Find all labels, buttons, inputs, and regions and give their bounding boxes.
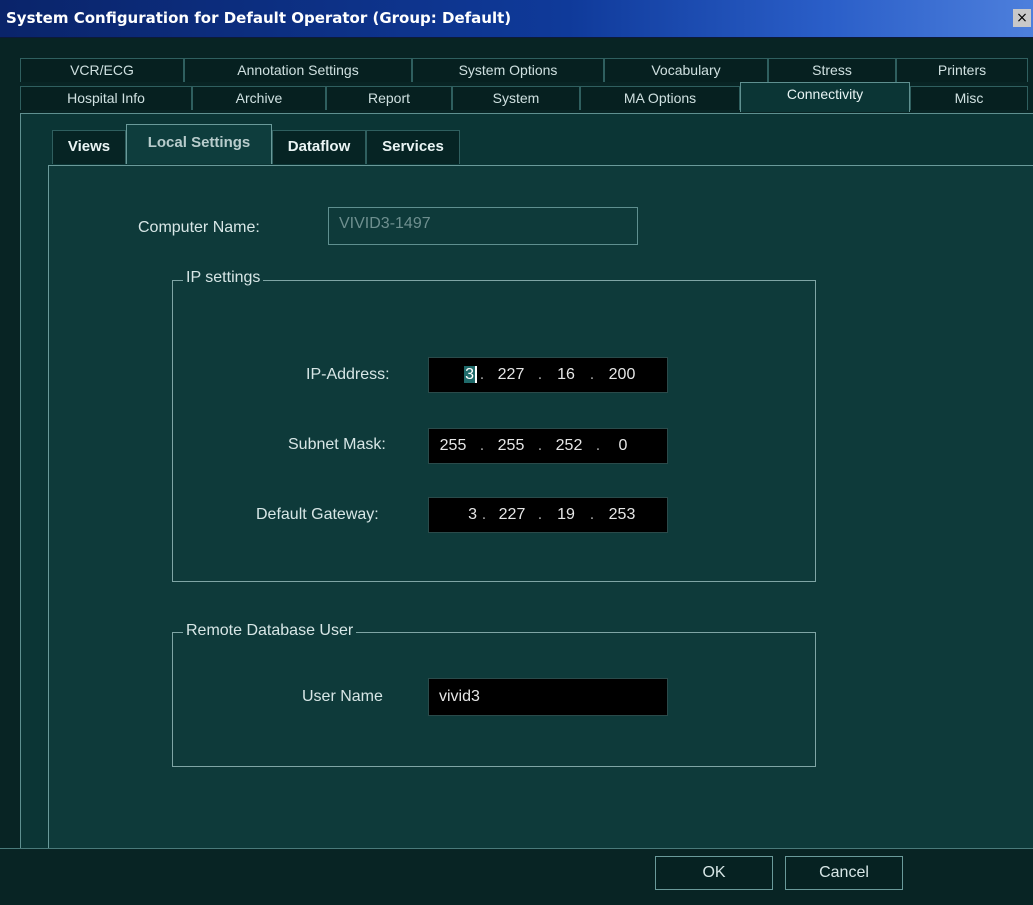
ip-address-field[interactable]: 3 . 227 . 16 . 200: [428, 357, 668, 393]
user-name-field[interactable]: vivid3: [428, 678, 668, 716]
subnet-mask-field[interactable]: 255 . 255 . 252 . 0: [428, 428, 668, 464]
tab-printers[interactable]: Printers: [896, 58, 1028, 82]
close-icon[interactable]: ×: [1013, 9, 1031, 27]
default-gateway-octet-1[interactable]: 3: [429, 506, 479, 524]
subnet-mask-octet-2[interactable]: 255: [487, 437, 535, 455]
subtab-dataflow[interactable]: Dataflow: [272, 130, 366, 164]
tab-system-options[interactable]: System Options: [412, 58, 604, 82]
ip-separator: .: [481, 506, 487, 523]
ip-settings-legend: IP settings: [183, 269, 264, 287]
title-bar: System Configuration for Default Operato…: [0, 0, 1033, 38]
tab-annotation-settings[interactable]: Annotation Settings: [184, 58, 412, 82]
default-gateway-label: Default Gateway:: [256, 506, 379, 523]
computer-name-field: VIVID3-1497: [328, 207, 638, 245]
ip-separator: .: [479, 366, 485, 383]
ip-separator: .: [589, 366, 595, 383]
default-gateway-octet-2[interactable]: 227: [489, 506, 535, 524]
tab-archive[interactable]: Archive: [192, 86, 326, 110]
tab-misc[interactable]: Misc: [910, 86, 1028, 110]
subnet-mask-label: Subnet Mask:: [288, 436, 386, 453]
subnet-mask-octet-1[interactable]: 255: [429, 437, 477, 455]
subtab-views[interactable]: Views: [52, 130, 126, 164]
ip-separator: .: [589, 506, 595, 523]
subtab-services[interactable]: Services: [366, 130, 460, 164]
default-gateway-octet-4[interactable]: 253: [597, 506, 647, 524]
cancel-button[interactable]: Cancel: [785, 856, 903, 890]
computer-name-label: Computer Name:: [138, 219, 260, 236]
ip-separator: .: [537, 366, 543, 383]
subnet-mask-octet-3[interactable]: 252: [545, 437, 593, 455]
subnet-mask-octet-4[interactable]: 0: [603, 437, 643, 455]
ip-address-octet-1[interactable]: 3: [464, 366, 477, 383]
subtab-local-settings[interactable]: Local Settings: [126, 124, 272, 164]
tab-vocabulary[interactable]: Vocabulary: [604, 58, 768, 82]
tab-stress[interactable]: Stress: [768, 58, 896, 82]
ip-separator: .: [479, 437, 485, 454]
tab-report[interactable]: Report: [326, 86, 452, 110]
ip-address-octet-2[interactable]: 227: [487, 366, 535, 384]
default-gateway-field[interactable]: 3 . 227 . 19 . 253: [428, 497, 668, 533]
ip-separator: .: [595, 437, 601, 454]
tab-vcr-ecg[interactable]: VCR/ECG: [20, 58, 184, 82]
ip-separator: .: [537, 506, 543, 523]
window-title: System Configuration for Default Operato…: [6, 9, 512, 27]
ip-separator: .: [537, 437, 543, 454]
tab-connectivity[interactable]: Connectivity: [740, 82, 910, 112]
user-name-label: User Name: [302, 688, 383, 705]
tab-ma-options[interactable]: MA Options: [580, 86, 740, 110]
ok-button[interactable]: OK: [655, 856, 773, 890]
remote-database-legend: Remote Database User: [183, 622, 357, 640]
tab-system[interactable]: System: [452, 86, 580, 110]
tab-hospital-info[interactable]: Hospital Info: [20, 86, 192, 110]
default-gateway-octet-3[interactable]: 19: [545, 506, 587, 524]
ip-address-octet-3[interactable]: 16: [545, 366, 587, 384]
ip-address-octet-4[interactable]: 200: [597, 366, 647, 384]
ip-address-label: IP-Address:: [306, 366, 390, 383]
